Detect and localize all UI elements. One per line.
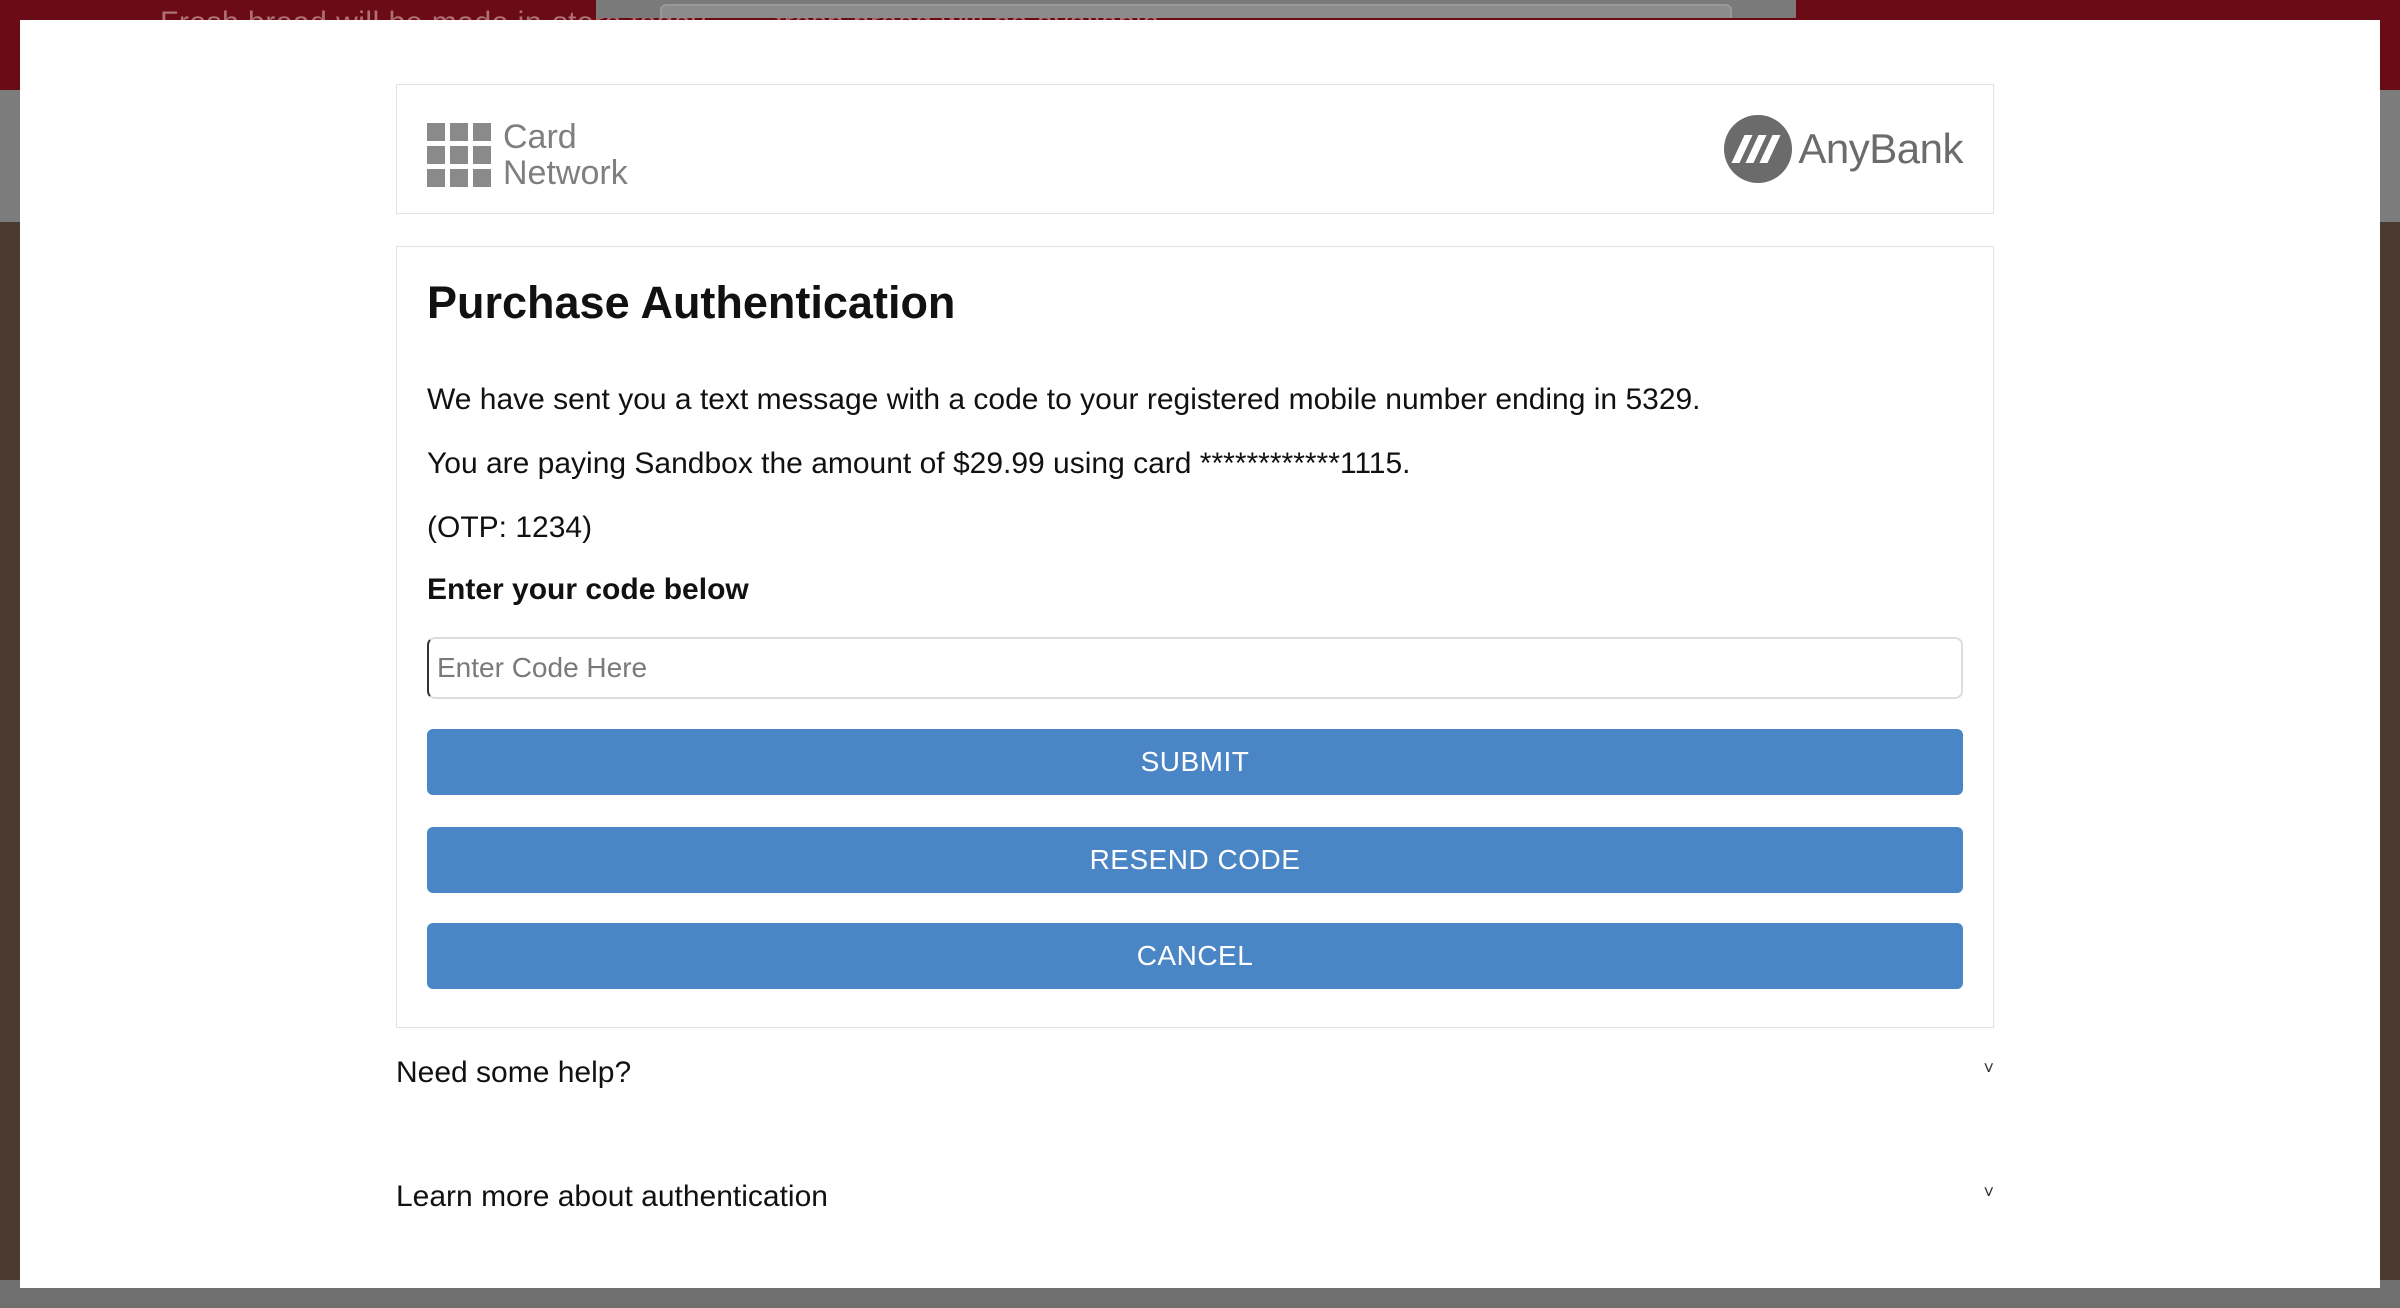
chevron-down-icon[interactable]: ˅ (1983, 1182, 1994, 1203)
auth-panel: Purchase Authentication We have sent you… (396, 246, 1994, 1028)
auth-header: Card Network AnyBank (396, 84, 1994, 214)
grid-icon (427, 123, 491, 187)
cancel-button[interactable]: CANCEL (427, 923, 1963, 989)
sent-message: We have sent you a text message with a c… (427, 383, 1701, 416)
card-network-logo: Card Network (427, 119, 628, 191)
need-help-label: Need some help? (396, 1056, 632, 1089)
code-input[interactable] (427, 637, 1963, 699)
chevron-down-icon[interactable]: ˅ (1983, 1058, 1994, 1079)
anybank-logo-text: AnyBank (1798, 125, 1963, 172)
background-frame-edge (596, 0, 1796, 18)
code-label: Enter your code below (427, 573, 749, 606)
bank-stripes-icon (1724, 115, 1793, 183)
otp-hint: (OTP: 1234) (427, 511, 593, 544)
learn-more-toggle[interactable]: Learn more about authentication ˅ (396, 1180, 1994, 1214)
page-title: Purchase Authentication (427, 277, 956, 328)
payment-message: You are paying Sandbox the amount of $29… (427, 447, 1411, 480)
card-network-logo-text: Card Network (503, 119, 628, 191)
card-network-line2: Network (503, 154, 628, 192)
resend-code-button[interactable]: RESEND CODE (427, 827, 1963, 893)
authentication-modal: Card Network AnyBank Purchase Authentica… (20, 20, 2380, 1288)
anybank-logo: AnyBank (1724, 115, 1963, 183)
submit-button[interactable]: SUBMIT (427, 729, 1963, 795)
card-network-line1: Card (503, 118, 577, 156)
need-help-toggle[interactable]: Need some help? ˅ (396, 1056, 1994, 1090)
learn-more-label: Learn more about authentication (396, 1180, 828, 1213)
